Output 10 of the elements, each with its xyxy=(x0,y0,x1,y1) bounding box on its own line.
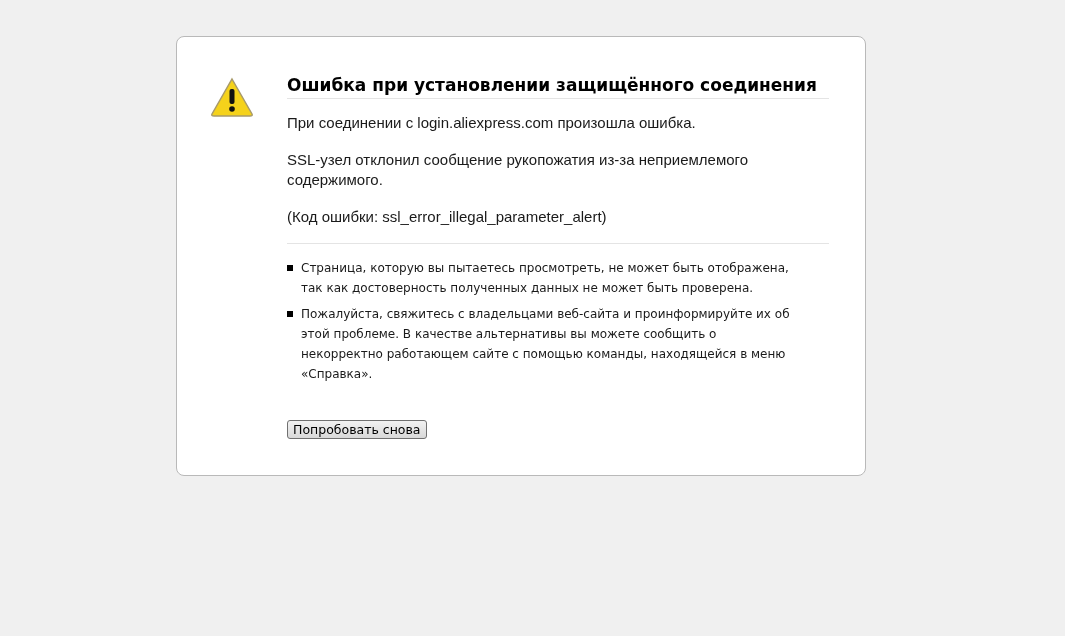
error-message: (Код ошибки: ssl_error_illegal_parameter_alert) xyxy=(287,207,608,227)
advice-text: Страница, которую вы пытаетесь просмотреть, не может быть отображена, так как достоверность полученных данных не может быть проверена. xyxy=(301,260,790,297)
warning-icon xyxy=(210,77,254,117)
error-message: При соединении с login.aliexpress.com произошла ошибка. xyxy=(287,113,697,133)
bullet-icon xyxy=(287,311,293,317)
bullet-icon xyxy=(287,265,293,271)
error-title: Ошибка при установлении защищённого соединения xyxy=(287,75,829,99)
error-message: SSL-узел отклонил сообщение рукопожатия из-за неприемлемого содержимого. xyxy=(287,150,750,190)
advice-text: Пожалуйста, свяжитесь с владельцами веб-сайта и проинформируйте их об этой проблеме. В качестве альтернативы вы можете сообщить о некорректно работающем сайте с помощью команды, находящейся в меню «Справка». xyxy=(301,306,791,383)
retry-button[interactable]: Попробовать снова xyxy=(287,420,427,439)
